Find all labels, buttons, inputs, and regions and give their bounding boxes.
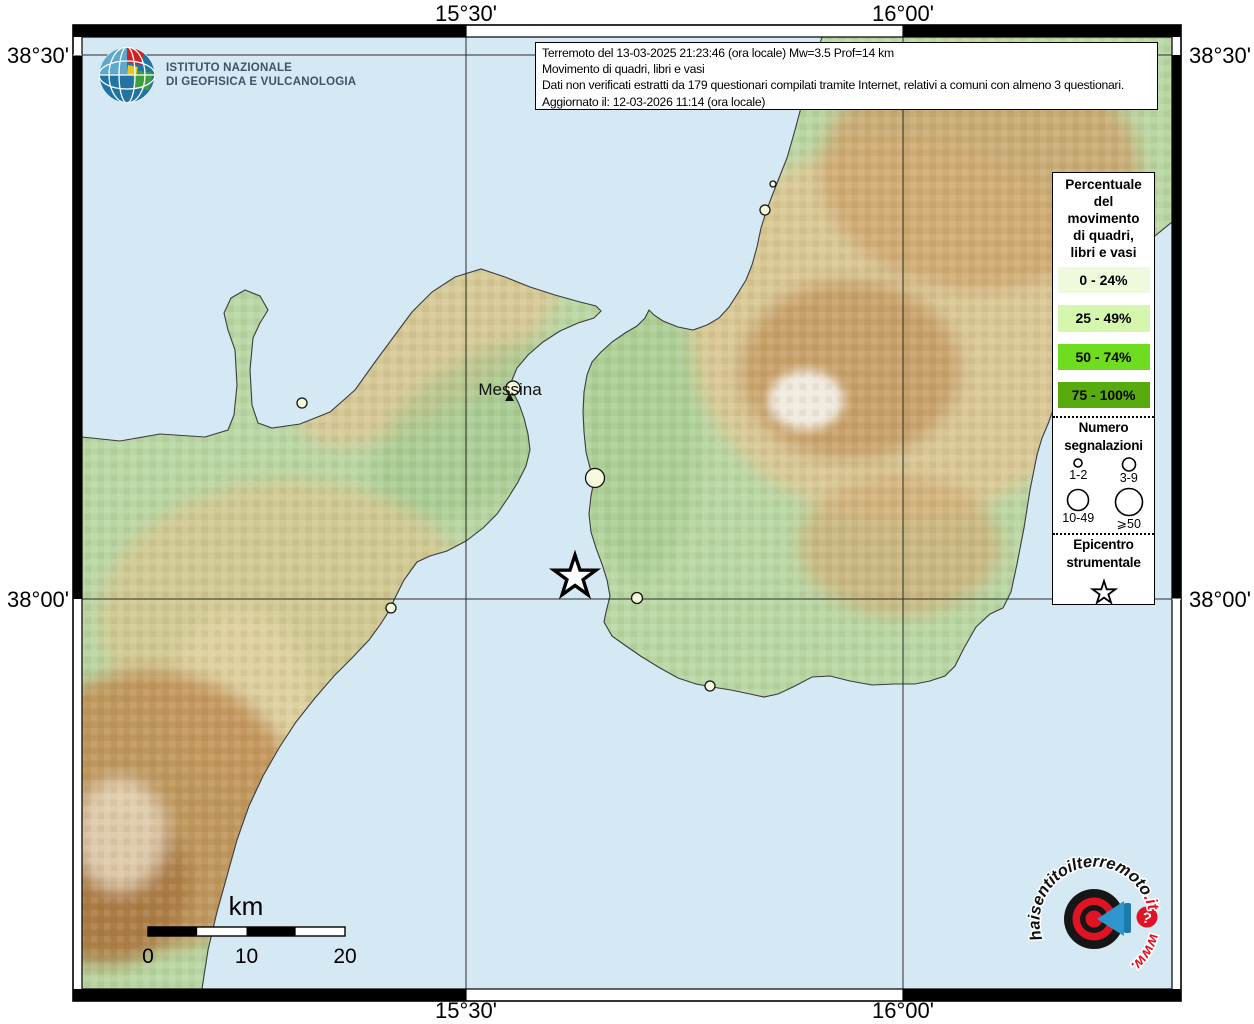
legend-title-line: movimento <box>1067 211 1140 226</box>
ingv-globe-icon <box>99 47 155 103</box>
legend-title-line: strumentale <box>1066 555 1141 570</box>
ingv-line1: ISTITUTO NAZIONALE <box>166 62 293 74</box>
axis-label-bottom-16-00: 16°00' <box>872 998 934 1023</box>
report-circle <box>704 680 716 692</box>
legend-swatch-50-74: 50 - 74% <box>1057 343 1150 370</box>
size-key-label: ⩾50 <box>1116 517 1141 531</box>
ingv-logo: ISTITUTO NAZIONALE DI GEOFISICA E VULCAN… <box>97 45 356 105</box>
size-key-label: 10-49 <box>1062 511 1095 525</box>
info-line-updated: Aggiornato il: 12-03-2026 11:14 (ora loc… <box>542 94 766 109</box>
legend-swatch-0-24: 0 - 24% <box>1057 267 1150 294</box>
legend-title-line: Percentuale <box>1065 177 1142 192</box>
info-line-event: Terremoto del 13-03-2025 21:23:46 (ora l… <box>542 46 894 60</box>
axis-label-left-38-00: 38°00' <box>7 587 69 612</box>
city-label-messina: Messina <box>478 380 542 399</box>
legend-title-line: Epicentro <box>1073 537 1134 552</box>
scale-bar-unit: km <box>229 891 264 921</box>
legend-star <box>1089 578 1118 604</box>
axis-label-top-15-30: 15°30' <box>435 1 497 26</box>
size-key-50: ⩾50 <box>1112 486 1146 531</box>
legend-title-line: libri e vasi <box>1070 245 1137 260</box>
legend-separator <box>1053 416 1154 418</box>
legend-star-icon <box>1089 578 1118 604</box>
legend-swatch-25-49: 25 - 49% <box>1057 305 1150 332</box>
legend-title-line: Numero <box>1078 420 1129 435</box>
ingv-line2: DI GEOFISICA E VULCANOLOGIA <box>166 76 357 88</box>
size-key-10-49: 10-49 <box>1061 486 1095 531</box>
info-line-effect: Movimento di quadri, libri e vasi <box>542 62 705 77</box>
size-key-label: 1-2 <box>1069 468 1088 482</box>
haisentitoilterremoto-map-page: Messina km 0 10 20 ? haisentitoilterremo… <box>0 0 1254 1024</box>
legend-title-line: di quadri, <box>1073 228 1134 243</box>
legend-percent-title: Percentuale del movimento di quadri, lib… <box>1065 176 1142 261</box>
legend-swatch-75-100: 75 - 100% <box>1057 381 1150 408</box>
scale-tick-10: 10 <box>235 945 258 968</box>
report-circle <box>759 204 771 216</box>
legend-separator <box>1053 533 1154 535</box>
report-circle <box>769 180 777 188</box>
legend-swatch-label: 0 - 24% <box>1079 272 1128 289</box>
scale-tick-20: 20 <box>333 945 356 968</box>
scale-tick-0: 0 <box>142 945 154 968</box>
axis-label-right-38-00: 38°00' <box>1189 587 1251 612</box>
report-circle <box>385 602 397 614</box>
legend-title-line: segnalazioni <box>1064 438 1143 453</box>
report-circle <box>296 397 308 409</box>
megaphone-mouth <box>1124 903 1131 933</box>
report-circle <box>630 591 644 605</box>
report-size-key: 1-2 3-9 10-49 ⩾50 <box>1053 455 1154 531</box>
legend-swatch-label: 75 - 100% <box>1071 386 1136 403</box>
earthquake-info-box: Terremoto del 13-03-2025 21:23:46 (ora l… <box>535 42 1158 110</box>
map-legend: Percentuale del movimento di quadri, lib… <box>1052 172 1155 605</box>
ingv-logo-text: ISTITUTO NAZIONALE DI GEOFISICA E VULCAN… <box>166 61 356 89</box>
legend-reports-title: Numero segnalazioni <box>1064 419 1143 455</box>
legend-epicenter-title: Epicentro strumentale <box>1066 536 1141 572</box>
size-key-label: 3-9 <box>1119 471 1138 485</box>
axis-label-left-38-30: 38°30' <box>7 43 69 68</box>
size-key-3-9: 3-9 <box>1112 455 1146 485</box>
axis-label-right-38-30: 38°30' <box>1189 43 1251 68</box>
report-circle <box>584 467 606 489</box>
legend-swatch-label: 50 - 74% <box>1075 348 1132 365</box>
axis-label-bottom-15-30: 15°30' <box>435 998 497 1023</box>
legend-title-line: del <box>1093 194 1114 209</box>
info-line-source: Dati non verificati estratti da 179 ques… <box>542 78 1124 93</box>
axis-label-top-16-00: 16°00' <box>872 1 934 26</box>
legend-swatch-label: 25 - 49% <box>1075 310 1132 327</box>
size-key-1-2: 1-2 <box>1061 455 1095 485</box>
